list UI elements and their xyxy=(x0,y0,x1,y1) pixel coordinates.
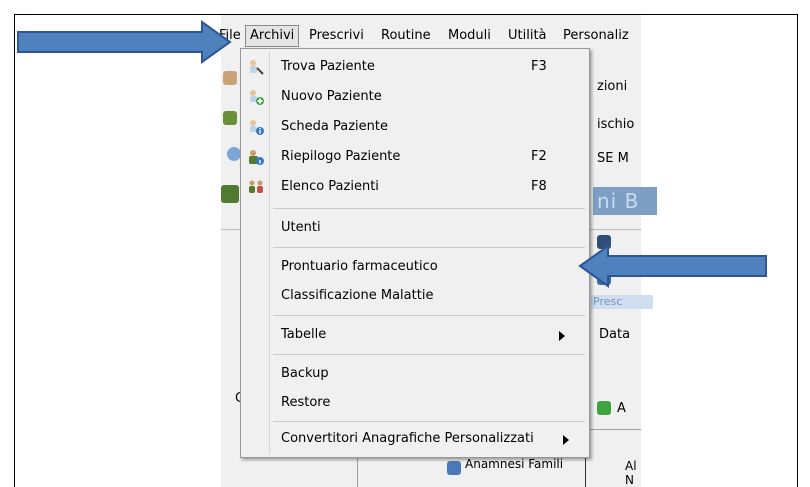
toolbar-zioni-text: zioni xyxy=(597,79,628,94)
menu-item-classificazione-malattie[interactable]: Classificazione Malattie xyxy=(241,283,587,311)
grid-divider xyxy=(585,453,586,487)
patient-summary-icon xyxy=(247,148,265,166)
menu-archivi[interactable]: Archivi xyxy=(245,25,300,47)
user-search-icon xyxy=(247,58,265,76)
add-icon[interactable] xyxy=(597,401,611,415)
menu-utilita[interactable]: Utilità xyxy=(508,28,547,43)
add-user-icon xyxy=(247,88,265,106)
patient-info-icon[interactable] xyxy=(221,185,239,203)
menu-separator xyxy=(273,208,585,209)
arrow-right-icon xyxy=(17,20,232,64)
tree-item-anamnesi[interactable]: Anamnesi Famili xyxy=(465,457,563,471)
menu-item-utenti[interactable]: Utenti xyxy=(241,215,587,243)
archivi-dropdown-menu: Trova Paziente F3 Nuovo Paziente Scheda … xyxy=(240,48,590,458)
menu-item-trova-paziente[interactable]: Trova Paziente F3 xyxy=(241,54,587,82)
menu-item-restore[interactable]: Restore xyxy=(241,390,587,418)
menu-routine[interactable]: Routine xyxy=(381,28,431,43)
menu-item-label: Scheda Paziente xyxy=(281,119,388,134)
header-banner: ni B xyxy=(593,187,657,215)
menu-item-label: Prontuario farmaceutico xyxy=(281,259,438,274)
menu-moduli[interactable]: Moduli xyxy=(448,28,491,43)
menu-item-label: Trova Paziente xyxy=(281,59,375,74)
toolbar-se-text: SE M xyxy=(597,151,629,166)
menu-item-label: Tabelle xyxy=(281,327,327,342)
tree-node-icon[interactable] xyxy=(447,461,461,475)
prescrizioni-tab[interactable]: Presc xyxy=(591,295,653,309)
grid-cell-n: N xyxy=(625,473,634,487)
menu-item-label: Backup xyxy=(281,366,329,381)
menu-item-nuovo-paziente[interactable]: Nuovo Paziente xyxy=(241,84,587,112)
menu-item-tabelle[interactable]: Tabelle xyxy=(241,322,587,350)
arrow-left-icon xyxy=(578,244,767,288)
menu-item-label: Classificazione Malattie xyxy=(281,288,434,303)
menu-bar: File Archivi Prescrivi Routine Moduli Ut… xyxy=(219,25,641,47)
menu-item-shortcut: F8 xyxy=(531,179,547,194)
patient-list-icon xyxy=(247,178,265,196)
submenu-arrow-icon xyxy=(563,435,569,445)
user-info-icon xyxy=(247,118,265,136)
menu-item-convertitori-anagrafiche[interactable]: Convertitori Anagrafiche Personalizzati xyxy=(241,426,587,454)
menu-item-label: Convertitori Anagrafiche Personalizzati xyxy=(281,431,534,446)
menu-item-label: Elenco Pazienti xyxy=(281,179,379,194)
menu-item-scheda-paziente[interactable]: Scheda Paziente xyxy=(241,114,587,142)
menu-item-shortcut: F3 xyxy=(531,59,547,74)
toolbar-ischio-text: ischio xyxy=(597,117,635,132)
menu-separator xyxy=(273,354,585,355)
menu-separator xyxy=(273,247,585,248)
submenu-arrow-icon xyxy=(559,331,565,341)
add-label[interactable]: A xyxy=(617,401,626,416)
menu-item-label: Restore xyxy=(281,395,331,410)
menu-item-label: Utenti xyxy=(281,220,321,235)
menu-item-backup[interactable]: Backup xyxy=(241,361,587,389)
menu-item-prontuario-farmaceutico[interactable]: Prontuario farmaceutico xyxy=(241,254,587,282)
menu-item-label: Nuovo Paziente xyxy=(281,89,382,104)
menu-item-shortcut: F2 xyxy=(531,149,547,164)
toolbar-user-search-icon[interactable] xyxy=(223,71,237,85)
column-data-header: Data xyxy=(599,327,631,342)
menu-item-label: Riepilogo Paziente xyxy=(281,149,401,164)
globe-icon[interactable] xyxy=(227,147,241,161)
menu-item-riepilogo-paziente[interactable]: Riepilogo Paziente F2 xyxy=(241,144,587,172)
grid-cell-al: Al xyxy=(625,459,637,473)
menu-separator xyxy=(273,315,585,316)
toolbar-patient-icon[interactable] xyxy=(223,111,237,125)
menu-separator xyxy=(273,421,585,422)
menu-personalizza[interactable]: Personaliz xyxy=(563,28,629,43)
menu-item-elenco-pazienti[interactable]: Elenco Pazienti F8 xyxy=(241,174,587,202)
menu-prescrivi[interactable]: Prescrivi xyxy=(309,28,364,43)
